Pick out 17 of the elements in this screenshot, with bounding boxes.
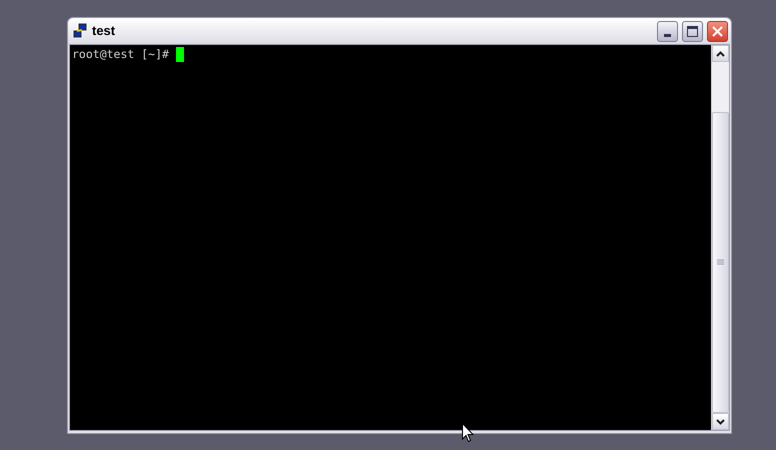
window-title: test [92,22,116,40]
prompt-text: root@test [~]# [72,46,169,63]
mouse-pointer-icon [462,423,474,443]
minimize-button[interactable] [657,20,678,42]
close-icon [712,26,723,36]
maximize-button[interactable] [682,20,703,42]
scroll-down-button[interactable] [712,413,729,430]
maximize-icon [687,26,698,36]
grip-icon [717,259,724,266]
scrollbar[interactable] [711,45,729,430]
minimize-icon [664,34,671,36]
text-cursor [176,47,184,62]
computers-icon [72,23,88,39]
scroll-thumb[interactable] [712,112,729,413]
close-button[interactable] [707,20,728,42]
terminal-area[interactable]: root@test [~]# [70,45,711,430]
scroll-up-button[interactable] [712,45,729,62]
